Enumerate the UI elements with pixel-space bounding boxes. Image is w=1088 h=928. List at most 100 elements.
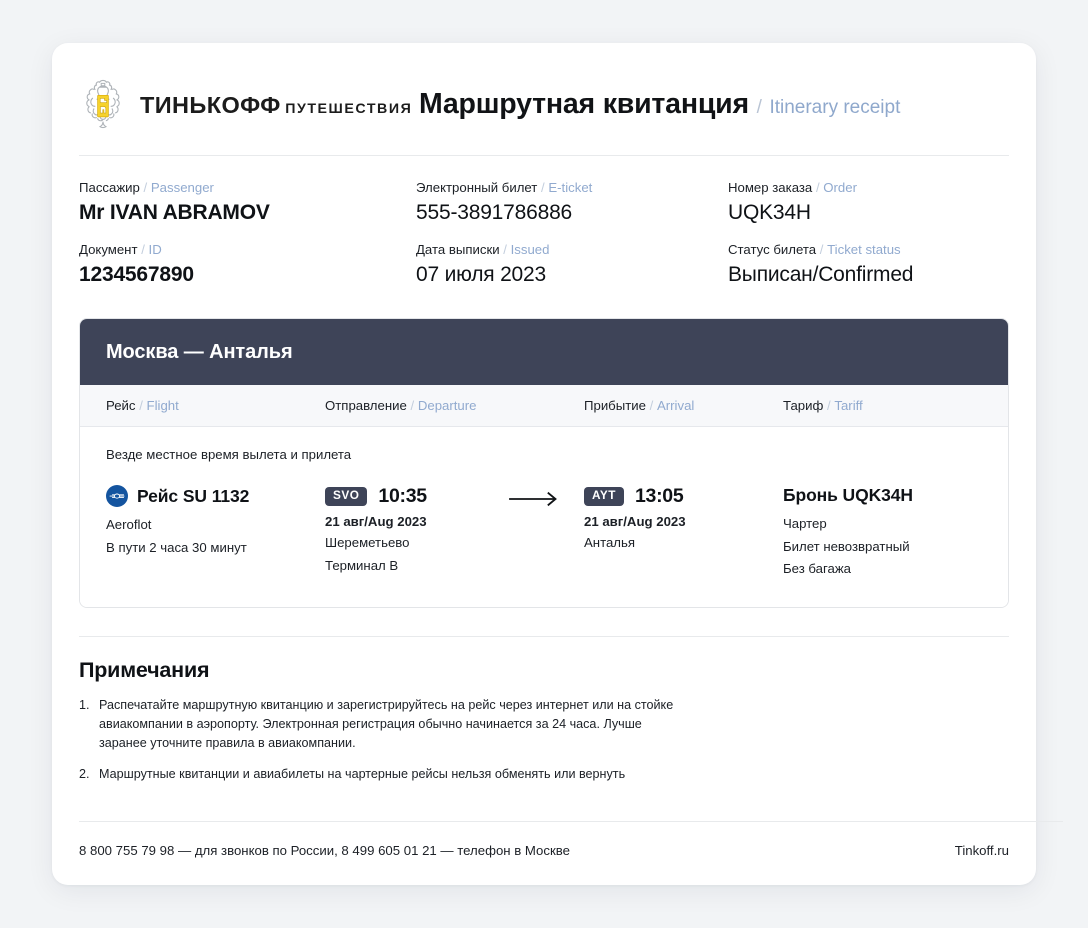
col-slash: / [410, 398, 415, 413]
booking-reference: Бронь UQK34H [783, 485, 913, 505]
col-slash: / [827, 398, 831, 413]
flight-card-body: Везде местное время вылета и прилета Рей… [80, 427, 1008, 608]
info-label: Пассажир / Passenger [79, 180, 416, 195]
aeroflot-logo-icon [106, 485, 128, 507]
segment-departure-column: SVO 10:35 21 авг/Aug 2023 Шереметьево Те… [325, 485, 485, 581]
brand-name: ТИНЬКОФФ [140, 91, 281, 118]
info-field-ticket-status: Статус билета / Ticket status Выписан/Co… [728, 242, 1009, 304]
info-value: Mr IVAN ABRAMOV [79, 201, 270, 224]
segment-tariff-column: Бронь UQK34H Чартер Билет невозвратный Б… [783, 485, 982, 581]
col-ru: Отправление [325, 398, 407, 413]
info-label-en: ID [148, 242, 162, 257]
note-number: 2. [79, 766, 90, 781]
flight-number: Рейс SU 1132 [137, 485, 250, 506]
brand-wordmark: ТИНЬКОФФ ПУТЕШЕСТВИЯ [140, 91, 412, 118]
info-label-ru: Электронный билет [416, 180, 538, 195]
col-en: Tariff [834, 398, 863, 413]
col-ru: Рейс [106, 398, 136, 413]
note-number: 1. [79, 698, 90, 713]
col-en: Departure [417, 398, 477, 413]
flight-number-row: Рейс SU 1132 [106, 485, 325, 507]
note-item: 1. Распечатайте маршрутную квитанцию и з… [79, 696, 1009, 753]
tariff-line: Чартер [783, 516, 827, 531]
info-label-ru: Номер заказа [728, 180, 813, 195]
info-label-ru: Документ [79, 242, 138, 257]
info-label-ru: Пассажир [79, 180, 140, 195]
label-slash: / [141, 242, 145, 257]
status-badge: Выписан/Confirmed [728, 263, 914, 286]
departure-airport-name: Шереметьево [325, 535, 410, 550]
itinerary-receipt-card: ТИНЬКОФФ ПУТЕШЕСТВИЯ Маршрутная квитанци… [52, 43, 1063, 885]
segment-arrival-column: AYT 13:05 21 авг/Aug 2023 Анталья [584, 485, 783, 581]
arrival-date: 21 авг/Aug 2023 [584, 514, 686, 529]
departure-time-row: SVO 10:35 [325, 485, 485, 508]
col-en: Flight [146, 398, 179, 413]
departure-airport-code-badge: SVO [325, 487, 368, 506]
column-header-arrival: Прибытие / Arrival [584, 398, 783, 413]
title-slash: / [756, 96, 762, 118]
info-label-en: Order [823, 180, 857, 195]
departure-terminal: Терминал B [325, 557, 399, 573]
label-slash: / [819, 242, 824, 257]
receipt-footer: 8 800 755 79 98 — для звонков по России,… [79, 843, 1009, 858]
tariff-line: Билет невозвратный [783, 538, 910, 554]
brand-subname: ПУТЕШЕСТВИЯ [285, 100, 413, 117]
flight-segment-row: Рейс SU 1132 Aeroflot В пути 2 часа 30 м… [106, 485, 982, 581]
column-header-flight: Рейс / Flight [106, 398, 325, 413]
label-slash: / [143, 180, 148, 195]
arrival-airport-code-badge: AYT [584, 487, 625, 506]
flight-card-header: Москва — Анталья [80, 319, 1008, 385]
receipt-header: ТИНЬКОФФ ПУТЕШЕСТВИЯ Маршрутная квитанци… [79, 43, 1009, 155]
flight-column-headers: Рейс / Flight Отправление / Departure Пр… [80, 385, 1008, 427]
info-label: Электронный билет / E-ticket [416, 180, 728, 195]
info-field-order: Номер заказа / Order UQK34H [728, 180, 1009, 242]
info-label-en: Issued [510, 242, 550, 257]
footer-site-link[interactable]: Tinkoff.ru [955, 843, 1009, 858]
flight-duration: В пути 2 часа 30 минут [106, 539, 247, 555]
info-label: Документ / ID [79, 242, 416, 257]
note-text: Распечатайте маршрутную квитанцию и заре… [99, 698, 674, 751]
arrow-right-icon [508, 491, 561, 512]
segment-flight-column: Рейс SU 1132 Aeroflot В пути 2 часа 30 м… [106, 485, 325, 581]
info-value: UQK34H [728, 201, 811, 224]
footer-phones: 8 800 755 79 98 — для звонков по России,… [79, 843, 570, 858]
page-title-en: Itinerary receipt [769, 96, 901, 118]
airline-name: Aeroflot [106, 517, 152, 532]
info-field-passenger: Пассажир / Passenger Mr IVAN ABRAMOV [79, 180, 416, 242]
col-slash: / [649, 398, 654, 413]
departure-time: 10:35 [378, 485, 427, 507]
info-label-en: E-ticket [548, 180, 593, 195]
arrival-time-row: AYT 13:05 [584, 485, 783, 508]
info-value: 07 июля 2023 [416, 263, 546, 286]
note-text: Маршрутные квитанции и авиабилеты на чар… [99, 766, 626, 781]
notes-divider [79, 636, 1009, 638]
departure-date: 21 авг/Aug 2023 [325, 514, 427, 529]
flight-segment-card: Москва — Анталья Рейс / Flight Отправлен… [79, 318, 1009, 609]
info-field-eticket: Электронный билет / E-ticket 555-3891786… [416, 180, 728, 242]
info-label-en: Passenger [150, 180, 214, 195]
col-ru: Тариф [783, 398, 824, 413]
tariff-line: Без багажа [783, 561, 852, 577]
page-title: Маршрутная квитанция / Itinerary receipt [419, 88, 900, 121]
col-en: Arrival [656, 398, 695, 413]
arrival-time: 13:05 [635, 485, 684, 507]
info-label-ru: Дата выписки [416, 242, 500, 257]
col-ru: Прибытие [584, 398, 646, 413]
info-label-en: Ticket status [827, 242, 901, 257]
page-background: ТИНЬКОФФ ПУТЕШЕСТВИЯ Маршрутная квитанци… [0, 0, 1088, 928]
label-slash: / [541, 180, 545, 195]
notes-title: Примечания [79, 658, 210, 683]
note-item: 2. Маршрутные квитанции и авиабилеты на … [79, 765, 1009, 784]
route-title: Москва — Анталья [106, 340, 293, 363]
col-slash: / [139, 398, 143, 413]
info-label: Номер заказа / Order [728, 180, 1009, 195]
label-slash: / [815, 180, 820, 195]
info-label-ru: Статус билета [728, 242, 817, 257]
info-value: 1234567890 [79, 263, 194, 286]
column-header-departure: Отправление / Departure [325, 398, 584, 413]
arrival-airport-name: Анталья [584, 535, 636, 550]
label-slash: / [503, 242, 507, 257]
info-label: Дата выписки / Issued [416, 242, 728, 257]
column-header-tariff: Тариф / Tariff [783, 398, 982, 413]
info-field-document: Документ / ID 1234567890 [79, 242, 416, 304]
